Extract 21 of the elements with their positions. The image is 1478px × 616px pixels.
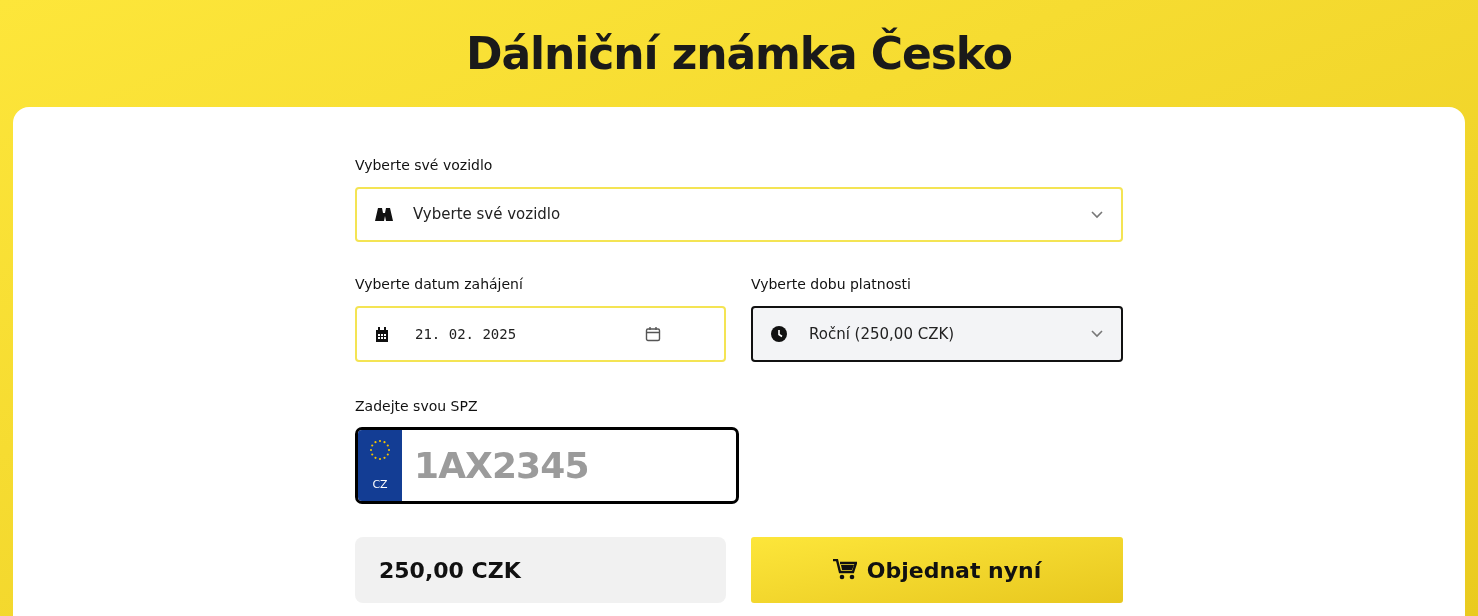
field-label: Zadejte svou SPZ <box>355 397 479 416</box>
order-button[interactable]: Objednat nyní <box>751 537 1123 603</box>
country-code: CZ <box>372 476 388 493</box>
field-label: Vyberte dobu platnosti <box>751 275 912 294</box>
field-label: Vyberte datum zahájení <box>355 275 524 294</box>
plate-number-input[interactable]: 1AX2345 <box>402 430 736 501</box>
license-plate-field[interactable]: CZ 1AX2345 <box>355 427 739 504</box>
calendar-icon <box>375 326 389 342</box>
field-label: Vyberte své vozidlo <box>355 156 494 175</box>
vehicle-select[interactable]: Vyberte své vozidlo <box>355 187 1123 242</box>
chevron-down-icon <box>1091 210 1103 219</box>
eu-stars-icon <box>368 438 392 462</box>
clock-icon <box>771 326 787 342</box>
total-price: 250,00 CZK <box>379 556 521 585</box>
cart-icon <box>832 559 857 581</box>
chevron-down-icon <box>1091 330 1103 338</box>
calendar-picker-icon[interactable] <box>645 326 661 342</box>
validity-select[interactable]: Roční (250,00 CZK) <box>751 306 1123 362</box>
page-title: Dálniční známka Česko <box>466 26 1012 81</box>
date-field[interactable]: 21. 02. 2025 <box>355 306 726 362</box>
binoculars-icon <box>375 207 393 222</box>
